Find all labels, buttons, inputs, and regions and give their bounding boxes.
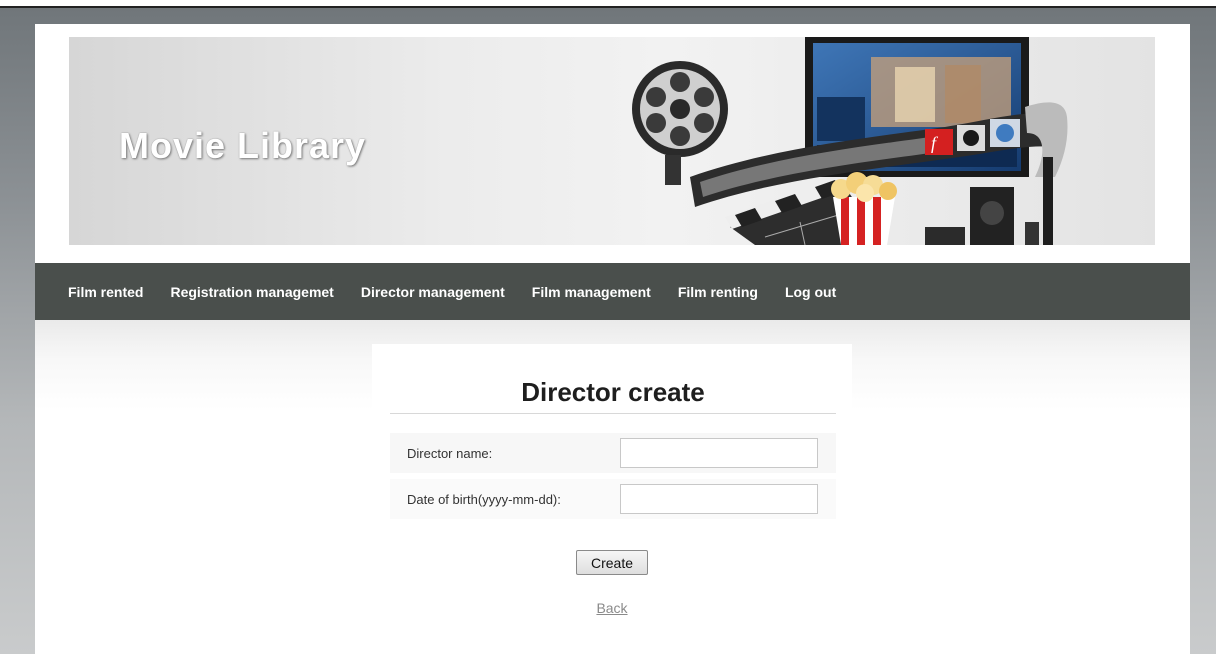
top-border xyxy=(0,0,1216,8)
date-of-birth-input[interactable] xyxy=(620,484,818,514)
date-of-birth-label: Date of birth(yyyy-mm-dd): xyxy=(407,492,561,507)
main-nav: Film rented Registration managemet Direc… xyxy=(35,263,1190,320)
site-title: Movie Library xyxy=(119,125,367,166)
page-title: Director create xyxy=(390,377,836,414)
back-link[interactable]: Back xyxy=(372,600,852,616)
create-button[interactable]: Create xyxy=(576,550,648,575)
nav-item-film-rented[interactable]: Film rented xyxy=(68,284,143,300)
form-row-date-of-birth: Date of birth(yyyy-mm-dd): xyxy=(390,479,836,519)
nav-item-log-out[interactable]: Log out xyxy=(785,284,836,300)
form-row-director-name: Director name: xyxy=(390,433,836,473)
nav-item-film-renting[interactable]: Film renting xyxy=(678,284,758,300)
nav-item-registration-management[interactable]: Registration managemet xyxy=(170,284,333,300)
nav-item-director-management[interactable]: Director management xyxy=(361,284,505,300)
director-name-input[interactable] xyxy=(620,438,818,468)
director-name-label: Director name: xyxy=(407,446,493,461)
header-banner: Movie Library f xyxy=(69,37,1155,245)
popcorn-icon xyxy=(831,172,897,245)
banner-artwork: f xyxy=(632,37,1068,245)
page-container: Movie Library f Film rented Registration… xyxy=(35,24,1190,654)
nav-item-film-management[interactable]: Film management xyxy=(532,284,651,300)
director-create-form: Director create Director name: Date of b… xyxy=(372,344,852,654)
film-reel-icon xyxy=(632,61,728,185)
speaker-icon xyxy=(925,187,1039,245)
